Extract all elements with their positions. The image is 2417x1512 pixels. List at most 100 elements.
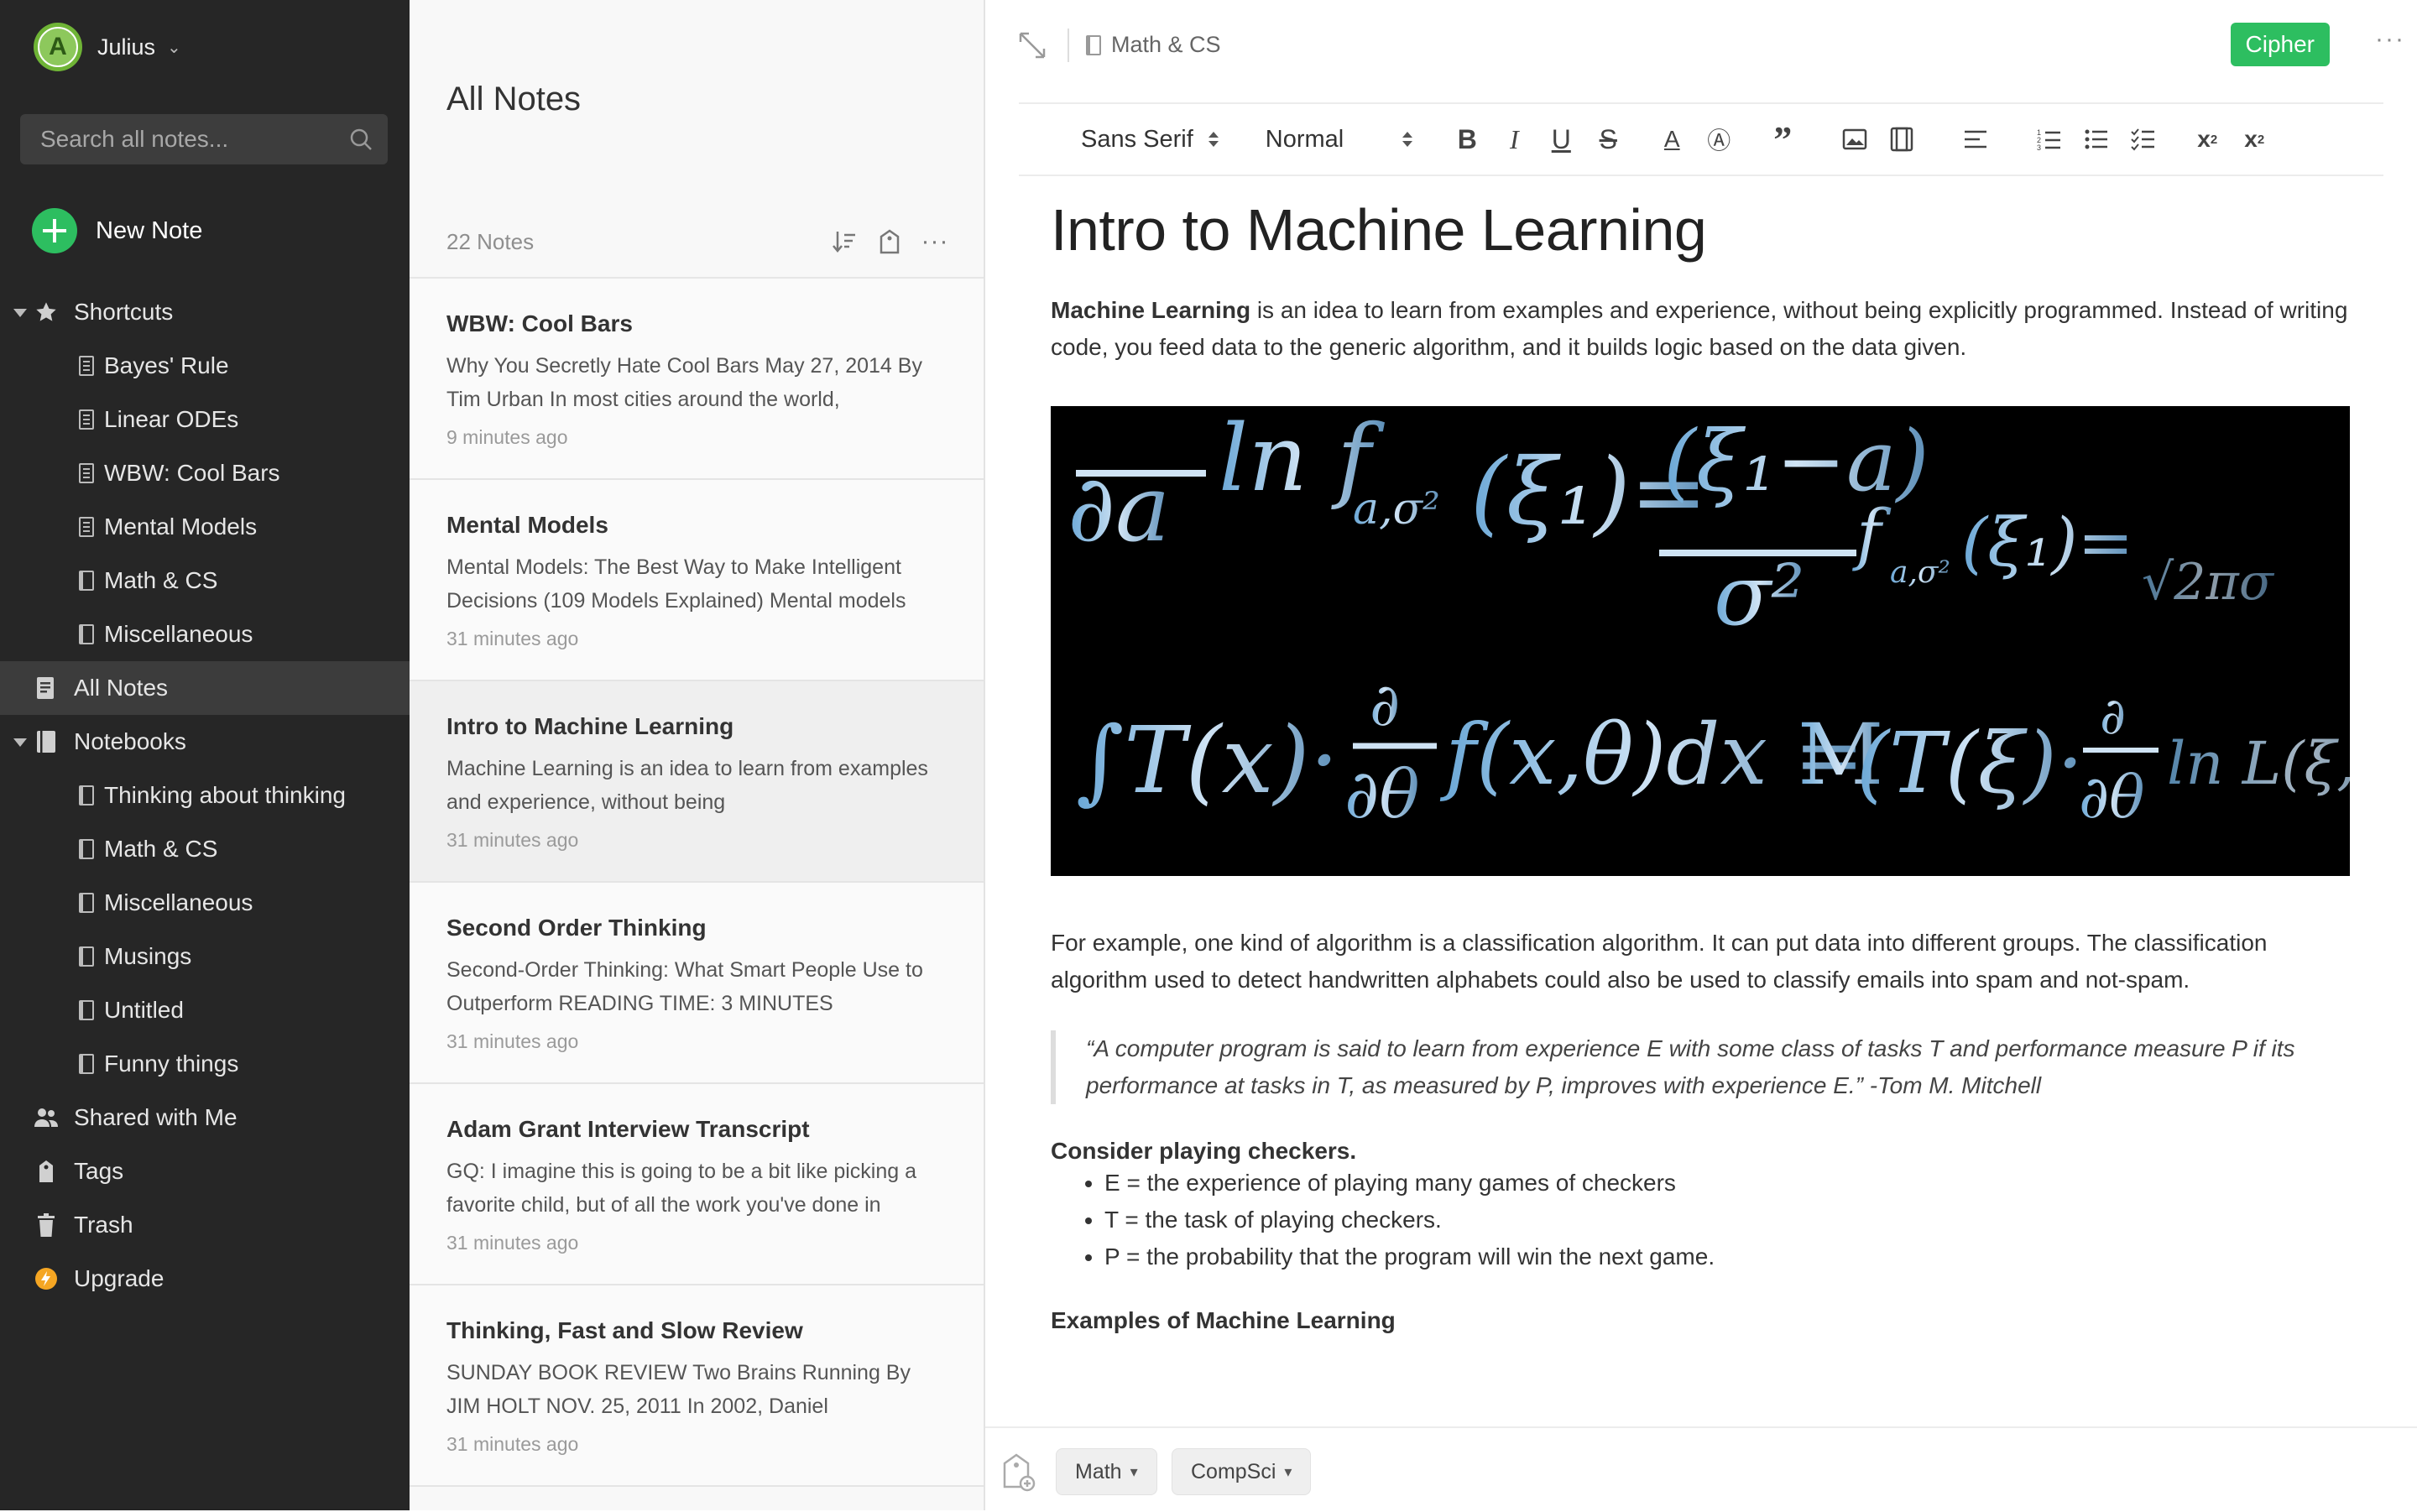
more-options-icon[interactable]: ··· bbox=[920, 227, 950, 257]
shortcut-item[interactable]: Bayes' Rule bbox=[0, 339, 410, 393]
notebook-item[interactable]: Miscellaneous bbox=[0, 876, 410, 930]
more-options-icon[interactable]: ··· bbox=[2375, 25, 2405, 54]
note-card[interactable]: WBW: Cool Bars Why You Secretly Hate Coo… bbox=[410, 279, 984, 480]
align-left-icon[interactable] bbox=[1956, 120, 1995, 159]
people-icon bbox=[34, 1105, 59, 1130]
new-note-button[interactable]: New Note bbox=[32, 208, 202, 253]
note-card-snippet: SUNDAY BOOK REVIEW Two Brains Running By… bbox=[446, 1361, 911, 1418]
add-tag-icon[interactable] bbox=[1000, 1452, 1036, 1492]
search-box bbox=[20, 114, 388, 164]
note-card-selected[interactable]: Intro to Machine Learning Machine Learni… bbox=[410, 681, 984, 883]
notebook-item[interactable]: Musings bbox=[0, 930, 410, 983]
note-card-time: 31 minutes ago bbox=[446, 628, 579, 649]
notebook-icon bbox=[79, 1000, 94, 1020]
plus-icon bbox=[32, 208, 77, 253]
notebook-icon bbox=[79, 624, 94, 644]
shortcut-item[interactable]: Linear ODEs bbox=[0, 393, 410, 446]
chevron-down-icon: ▾ bbox=[1284, 1462, 1292, 1480]
sidebar-item-label: Shared with Me bbox=[74, 1104, 238, 1130]
search-icon[interactable] bbox=[347, 126, 374, 153]
sidebar-item-notebooks[interactable]: Notebooks bbox=[0, 715, 410, 769]
sidebar: A Julius ⌄ New Note Shortcuts Bayes' Rul… bbox=[0, 0, 410, 1510]
user-name: Julius bbox=[97, 34, 156, 60]
checklist-icon[interactable] bbox=[2124, 120, 2163, 159]
bolt-icon bbox=[34, 1266, 59, 1291]
strikethrough-icon[interactable]: S bbox=[1589, 120, 1627, 159]
notebook-label: Math & CS bbox=[104, 836, 218, 862]
note-card[interactable]: Thinking, Fast and Slow Review SUNDAY BO… bbox=[410, 1285, 984, 1487]
quote-icon[interactable]: ” bbox=[1763, 119, 1802, 160]
expand-triangle-icon[interactable] bbox=[13, 738, 27, 747]
intro-bold: Machine Learning bbox=[1051, 297, 1251, 323]
sidebar-item-shortcuts[interactable]: Shortcuts bbox=[0, 285, 410, 339]
subscript-icon[interactable]: x2 bbox=[2188, 120, 2226, 159]
tag-filter-icon[interactable] bbox=[874, 227, 905, 257]
sidebar-item-shared[interactable]: Shared with Me bbox=[0, 1091, 410, 1144]
sidebar-item-upgrade[interactable]: Upgrade bbox=[0, 1252, 410, 1306]
italic-icon[interactable]: I bbox=[1495, 120, 1533, 159]
expand-triangle-icon[interactable] bbox=[13, 309, 27, 317]
bulleted-list-icon[interactable] bbox=[2077, 120, 2116, 159]
avatar-initial: A bbox=[38, 27, 78, 67]
chevron-down-icon: ▾ bbox=[1130, 1462, 1138, 1480]
svg-text:σ²: σ² bbox=[1714, 546, 1804, 644]
note-editor: Math & CS Cipher ··· Sans Serif Normal B… bbox=[985, 0, 2417, 1510]
svg-text:3: 3 bbox=[2037, 143, 2041, 151]
sort-icon[interactable] bbox=[829, 227, 859, 257]
note-list: All Notes 22 Notes ··· WBW: Cool Bars Wh… bbox=[410, 0, 985, 1510]
underline-icon[interactable]: U bbox=[1542, 120, 1580, 159]
editor-topbar: Math & CS Cipher ··· bbox=[985, 0, 2417, 91]
notebook-item[interactable]: Thinking about thinking bbox=[0, 769, 410, 822]
svg-text:∂: ∂ bbox=[1370, 670, 1400, 739]
video-icon[interactable] bbox=[1882, 120, 1921, 159]
notebook-item[interactable]: Untitled bbox=[0, 983, 410, 1037]
note-card-title: Second Order Thinking bbox=[446, 915, 707, 941]
shortcut-item[interactable]: WBW: Cool Bars bbox=[0, 446, 410, 500]
shortcut-label: Math & CS bbox=[104, 567, 218, 593]
note-card-time: 31 minutes ago bbox=[446, 1232, 579, 1254]
search-input[interactable] bbox=[39, 125, 327, 154]
note-card[interactable]: Mental Models Mental Models: The Best Wa… bbox=[410, 480, 984, 681]
note-card[interactable]: Second Order Thinking Second-Order Think… bbox=[410, 883, 984, 1084]
chevron-down-icon: ⌄ bbox=[167, 38, 181, 57]
share-button[interactable]: Cipher bbox=[2230, 23, 2330, 66]
tag-pill[interactable]: Math ▾ bbox=[1056, 1448, 1157, 1495]
example-paragraph: For example, one kind of algorithm is a … bbox=[1051, 930, 2268, 993]
bold-icon[interactable]: B bbox=[1448, 120, 1486, 159]
sidebar-nav: Shortcuts Bayes' Rule Linear ODEs WBW: C… bbox=[0, 285, 410, 1306]
account-menu[interactable]: A Julius ⌄ bbox=[34, 22, 181, 72]
tag-label: CompSci bbox=[1191, 1459, 1276, 1483]
note-title[interactable]: Intro to Machine Learning bbox=[1051, 196, 2353, 263]
sidebar-item-label: Upgrade bbox=[74, 1265, 164, 1291]
tag-pill[interactable]: CompSci ▾ bbox=[1172, 1448, 1312, 1495]
numbered-list-icon[interactable]: 123 bbox=[2030, 120, 2069, 159]
star-icon bbox=[34, 300, 59, 325]
notebook-item[interactable]: Math & CS bbox=[0, 822, 410, 876]
svg-text:∫T(x)·: ∫T(x)· bbox=[1076, 706, 1339, 814]
sidebar-item-all-notes[interactable]: All Notes bbox=[0, 661, 410, 715]
text-color-icon[interactable]: A bbox=[1652, 120, 1691, 159]
font-size-select[interactable]: Normal bbox=[1266, 126, 1413, 154]
svg-text:√2πσ: √2πσ bbox=[2142, 553, 2275, 612]
image-icon[interactable] bbox=[1835, 120, 1874, 159]
svg-text:∂: ∂ bbox=[2100, 687, 2126, 746]
notebook-name: Math & CS bbox=[1111, 32, 1221, 57]
notebook-breadcrumb[interactable]: Math & CS bbox=[1086, 32, 1221, 58]
shortcut-item[interactable]: Miscellaneous bbox=[0, 607, 410, 661]
highlight-icon[interactable]: Ⓐ bbox=[1699, 120, 1738, 159]
shortcut-item[interactable]: Math & CS bbox=[0, 554, 410, 607]
sidebar-item-tags[interactable]: Tags bbox=[0, 1144, 410, 1198]
notebook-label: Musings bbox=[104, 943, 192, 969]
expand-icon[interactable] bbox=[1015, 29, 1049, 62]
note-content[interactable]: Intro to Machine Learning Machine Learni… bbox=[1051, 173, 2353, 1389]
svg-text:(ξ₁−a): (ξ₁−a) bbox=[1663, 412, 1929, 510]
bullet-list: E = the experience of playing many games… bbox=[1051, 1165, 2353, 1275]
note-card[interactable]: Adam Grant Interview Transcript GQ: I im… bbox=[410, 1084, 984, 1285]
notebook-item[interactable]: Funny things bbox=[0, 1037, 410, 1091]
sidebar-item-trash[interactable]: Trash bbox=[0, 1198, 410, 1252]
font-family-select[interactable]: Sans Serif bbox=[1081, 126, 1219, 154]
shortcut-label: Mental Models bbox=[104, 514, 258, 540]
shortcut-item[interactable]: Mental Models bbox=[0, 500, 410, 554]
superscript-icon[interactable]: x2 bbox=[2235, 120, 2273, 159]
notebooks-icon bbox=[34, 729, 59, 754]
